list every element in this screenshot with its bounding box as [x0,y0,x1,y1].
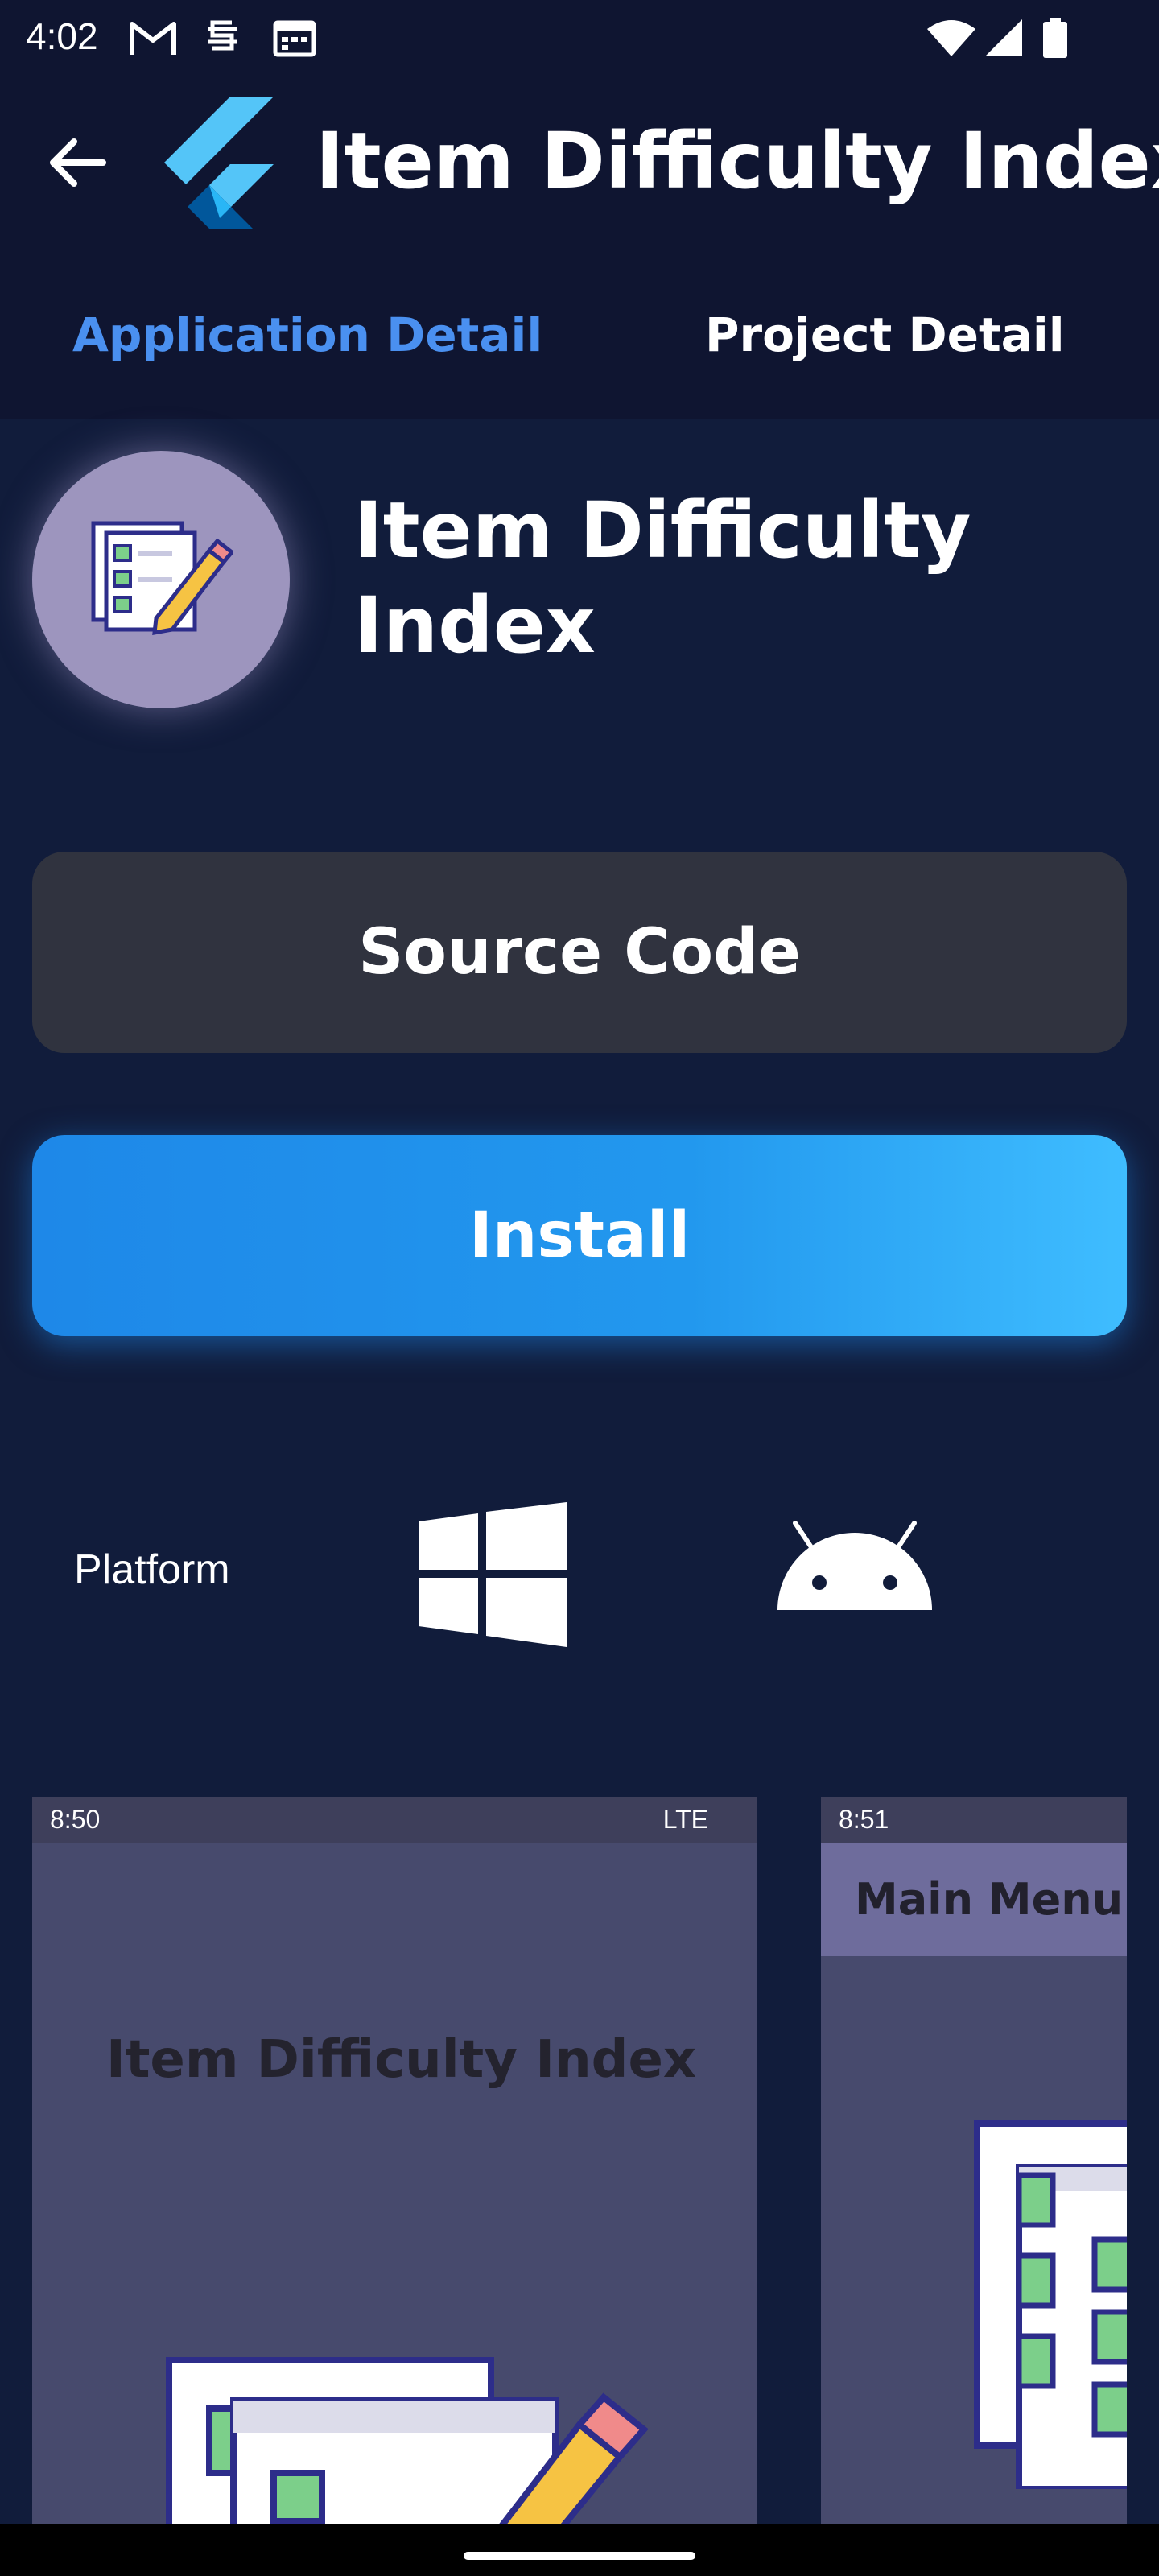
install-button[interactable]: Install [32,1135,1127,1336]
platform-label: Platform [74,1546,230,1593]
windows-icon [419,1502,567,1650]
battery-icon [1041,18,1069,61]
app-icon [32,451,290,708]
status-time: 4:02 [26,15,98,57]
screenshot-header-title: Main Menu [855,1874,1124,1925]
calendar-icon [272,18,317,61]
screenshot-time: 8:50 [50,1805,101,1834]
checklist-icon [974,2120,1127,2489]
screenshot-status-bar: 8:51 [821,1797,1127,1843]
flutter-logo [164,97,277,229]
screenshot-header: Main Menu [821,1843,1127,1956]
app-name: Item Difficulty Index [354,485,971,671]
app-bar: Item Difficulty Index [0,77,1159,250]
source-code-button[interactable]: Source Code [32,852,1127,1053]
tab-project-detail[interactable]: Project Detail [705,308,1065,362]
checklist-pencil-icon [91,521,233,636]
screenshot-network: LTE [662,1805,708,1834]
arrow-back-icon [50,138,106,187]
home-gesture-handle[interactable] [464,2552,695,2560]
app-title: Item Difficulty Index [316,116,1159,206]
signal-icon [984,18,1024,61]
navigation-bar [0,2524,1159,2576]
screenshot-status-bar: 8:50 LTE [32,1797,757,1843]
screenshot-thumbnail[interactable]: 8:50 LTE Item Difficulty Index [32,1797,757,2524]
tab-bar: Application Detail Project Detail [0,250,1159,419]
sim-icon [204,18,240,61]
status-bar: 4:02 [0,0,1159,77]
screenshot-title: Item Difficulty Index [106,2030,697,2090]
gmail-icon [129,18,177,61]
android-icon [776,1521,934,1615]
back-button[interactable] [45,134,109,192]
screenshot-thumbnail[interactable]: 8:51 Main Menu [821,1797,1127,2524]
wifi-icon [926,18,977,61]
tab-application-detail[interactable]: Application Detail [72,308,542,362]
screenshot-time: 8:51 [839,1805,889,1834]
checklist-pencil-icon [166,2357,649,2524]
